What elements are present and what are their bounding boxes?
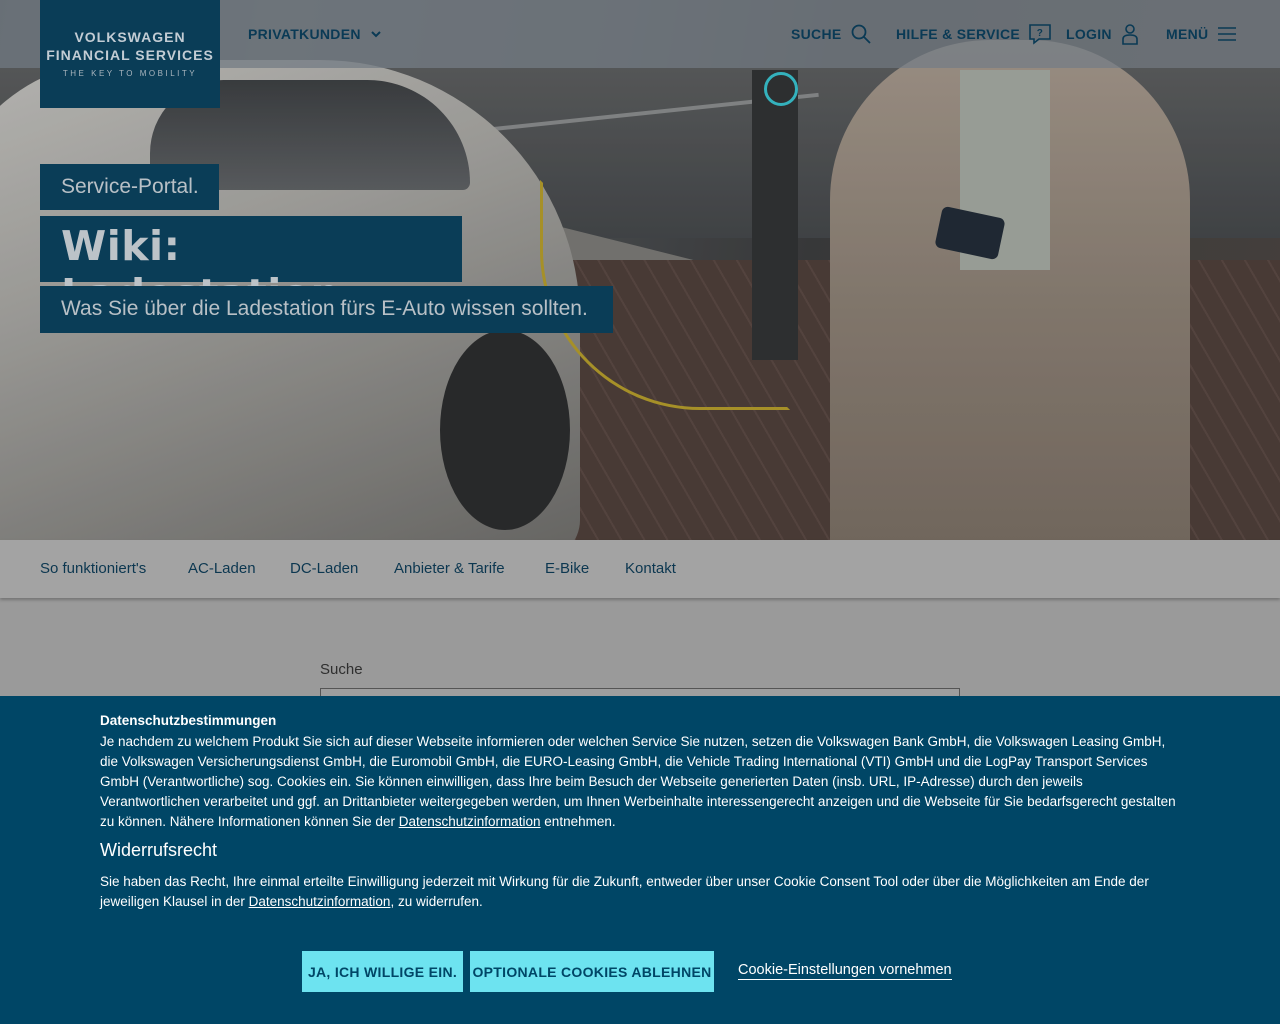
hamburger-icon xyxy=(1216,25,1238,43)
tab-kontakt[interactable]: Kontakt xyxy=(625,560,676,577)
anchor-tabs-bar: So funktioniert's AC-Laden DC-Laden Anbi… xyxy=(0,540,1280,598)
revocation-heading: Widerrufsrecht xyxy=(100,840,218,860)
help-service-button[interactable]: HILFE & SERVICE ? xyxy=(896,22,1052,46)
cookie-text-body: Je nachdem zu welchem Produkt Sie sich a… xyxy=(100,734,1176,829)
hero-kicker: Service-Portal. xyxy=(40,164,219,210)
chevron-down-icon xyxy=(369,27,383,41)
user-icon xyxy=(1120,23,1140,45)
logo-tagline: THE KEY TO MOBILITY xyxy=(62,69,198,78)
tab-e-bike[interactable]: E-Bike xyxy=(545,560,589,577)
help-chat-icon: ? xyxy=(1028,23,1052,45)
revocation-text: Sie haben das Recht, Ihre einmal erteilt… xyxy=(100,872,1180,912)
reject-optional-cookies-button[interactable]: OPTIONALE COOKIES ABLEHNEN xyxy=(470,951,714,992)
svg-text:?: ? xyxy=(1037,28,1043,39)
cookie-settings-link[interactable]: Cookie-Einstellungen vornehmen xyxy=(738,962,952,980)
segment-dropdown[interactable]: PRIVATKUNDEN xyxy=(248,22,383,46)
tab-ac-laden[interactable]: AC-Laden xyxy=(188,560,256,577)
login-label: LOGIN xyxy=(1066,26,1112,42)
login-button[interactable]: LOGIN xyxy=(1066,22,1140,46)
search-label: SUCHE xyxy=(791,26,842,42)
accept-cookies-button[interactable]: JA, ICH WILLIGE EIN. xyxy=(302,951,463,992)
menu-label: MENÜ xyxy=(1166,26,1209,42)
privacy-info-link[interactable]: Datenschutzinformation xyxy=(399,814,541,829)
search-icon xyxy=(850,23,872,45)
tab-dc-laden[interactable]: DC-Laden xyxy=(290,560,358,577)
revocation-text-end: , zu widerrufen. xyxy=(390,894,483,909)
segment-label: PRIVATKUNDEN xyxy=(248,26,361,42)
search-button[interactable]: SUCHE xyxy=(791,22,872,46)
cookie-title: Datenschutzbestimmungen xyxy=(100,713,277,728)
search-field-label: Suche xyxy=(320,661,363,678)
cookie-consent-banner: Datenschutzbestimmungen Je nachdem zu we… xyxy=(0,696,1280,1024)
page-title: Wiki: Ladestation. xyxy=(40,216,462,318)
cookie-text: Je nachdem zu welchem Produkt Sie sich a… xyxy=(100,732,1180,832)
tab-anbieter-tarife[interactable]: Anbieter & Tarife xyxy=(394,560,505,577)
tab-so-funktionierts[interactable]: So funktioniert's xyxy=(40,560,146,577)
logo-line-1: VOLKSWAGEN xyxy=(74,29,186,45)
hero-subtitle: Was Sie über die Ladestation fürs E-Auto… xyxy=(40,286,613,333)
help-label: HILFE & SERVICE xyxy=(896,26,1021,42)
menu-button[interactable]: MENÜ xyxy=(1166,22,1238,46)
brand-logo[interactable]: VOLKSWAGEN FINANCIAL SERVICES THE KEY TO… xyxy=(40,0,220,108)
cookie-text-end: entnehmen. xyxy=(540,814,616,829)
revocation-privacy-link[interactable]: Datenschutzinformation xyxy=(249,894,391,909)
logo-line-2: FINANCIAL SERVICES xyxy=(46,47,214,63)
